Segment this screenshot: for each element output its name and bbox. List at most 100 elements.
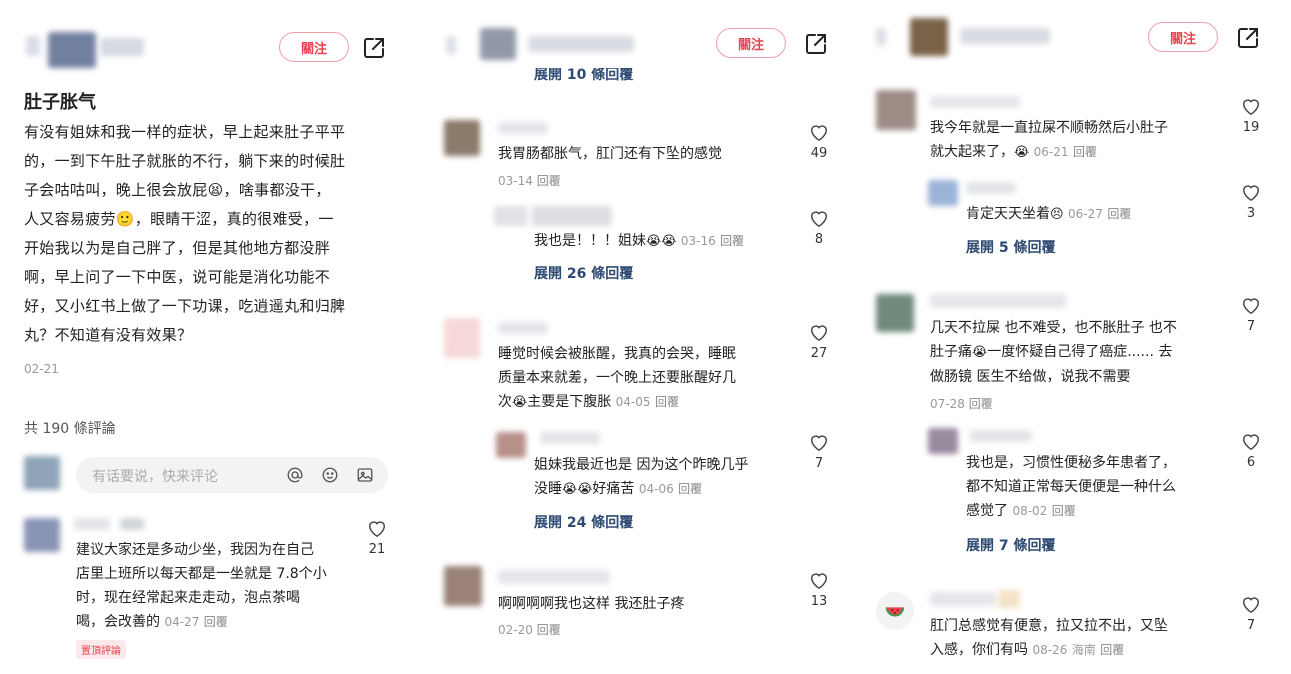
reply-avatar[interactable] [494,206,528,226]
author-avatar[interactable] [910,18,948,56]
follow-button[interactable]: 關注 [716,28,786,58]
author-avatar[interactable] [48,32,96,68]
commenter-name[interactable] [120,518,144,530]
comment-placeholder: 有话要说，快来评论 [92,469,218,485]
comment-input[interactable]: 有话要说，快来评论 [76,457,388,493]
share-icon[interactable] [804,32,828,56]
like-count: 6 [1246,455,1256,470]
comment-text: 我今年就是一直拉屎不顺畅然后小肚子 就大起来了，😭 06-21 回覆 [930,116,1230,165]
author-avatar[interactable] [480,28,516,60]
reply-name[interactable] [532,206,612,226]
expand-replies-link[interactable]: 展開 7 條回覆 [966,535,1056,555]
reply-button[interactable]: 回覆 [1073,145,1097,159]
reply-text: 我也是，习惯性便秘多年患者了， 都不知道正常每天便便是一种什么 感觉了 08-0… [966,455,1176,519]
reply-button[interactable]: 回覆 [678,482,702,496]
commenter-name[interactable] [498,122,548,134]
share-icon[interactable] [1236,26,1260,50]
expand-replies-link[interactable]: 展開 26 條回覆 [534,263,633,283]
my-avatar [24,456,60,490]
like-heart-icon[interactable] [808,432,830,452]
like-count: 21 [368,542,386,557]
reply-button[interactable]: 回覆 [969,397,993,411]
author-name[interactable] [528,36,634,52]
expand-replies-link[interactable]: 展開 24 條回覆 [534,512,633,532]
like-heart-icon[interactable] [808,570,830,590]
author-avatar[interactable] [446,36,456,54]
share-icon[interactable] [362,36,386,60]
expand-replies-link[interactable]: 展開 5 條回覆 [966,237,1056,257]
post-date: 02-21 [24,362,59,376]
follow-button[interactable]: 關注 [279,32,349,62]
mention-icon[interactable] [286,466,304,484]
reply-button[interactable]: 回覆 [720,234,744,248]
reply-text: 姐妹我最近也是 因为这个昨晚几乎 没睡😭😭好痛苦 04-06 回覆 [534,453,804,502]
like-heart-icon[interactable] [808,322,830,342]
commenter-avatar[interactable] [876,90,916,130]
like-heart-icon[interactable] [1240,594,1262,614]
commenter-name[interactable] [74,518,110,530]
reply-name[interactable] [540,432,600,444]
commenter-name[interactable] [498,570,610,584]
reply-text: 肯定天天坐着😣 06-27 回覆 [966,202,1131,227]
like-count: 7 [1246,618,1256,633]
reply-avatar[interactable] [496,432,526,458]
reply-button[interactable]: 回覆 [1107,207,1131,221]
like-heart-icon[interactable] [1240,182,1262,202]
like-count: 3 [1246,206,1256,221]
comment-count: 共 190 條評論 [24,421,116,437]
comment-meta: 07-28 回覆 [930,397,993,411]
reply-button[interactable]: 回覆 [1052,504,1076,518]
reply-button[interactable]: 回覆 [537,623,561,637]
comment-text: 我胃肠都胀气，肛门还有下坠的感觉 [498,146,722,162]
commenter-avatar[interactable] [444,566,482,606]
reply-name[interactable] [970,430,1032,442]
watermelon-icon [885,607,905,617]
like-heart-icon[interactable] [1240,431,1262,451]
crying-emoji-icon: 😭😭 [562,482,593,497]
commenter-name[interactable] [998,590,1020,608]
like-heart-icon[interactable] [808,208,830,228]
commenter-avatar[interactable] [876,592,914,630]
expand-replies-link[interactable]: 展開 10 條回覆 [534,68,633,84]
like-count: 7 [1246,319,1256,334]
commenter-avatar[interactable] [444,120,480,156]
reply-button[interactable]: 回覆 [655,395,679,409]
like-count: 19 [1242,120,1260,135]
comment-meta: 02-20 回覆 [498,623,561,637]
like-heart-icon[interactable] [1240,96,1262,116]
author-name[interactable] [100,38,144,56]
commenter-name[interactable] [930,592,996,606]
commenter-name[interactable] [930,294,1066,308]
comment-text: 啊啊啊啊我也这样 我还肚子疼 [498,596,685,612]
commenter-avatar[interactable] [444,318,480,358]
reply-avatar[interactable] [928,428,958,454]
like-count: 13 [810,594,828,609]
commenter-avatar[interactable] [24,518,60,552]
author-name[interactable] [960,28,1050,44]
author-avatar[interactable] [876,28,886,46]
follow-button[interactable]: 關注 [1148,22,1218,52]
image-icon[interactable] [356,466,374,484]
crying-emoji-icon: 😭 [1014,145,1030,160]
like-count: 7 [814,456,824,471]
post-body: 有没有姐妹和我一样的症状，早上起来肚子平平 的，一到下午肚子就胀的不行，躺下来的… [24,123,346,344]
reply-name[interactable] [966,182,1016,194]
sad-emoji-icon: 😣 [1050,207,1064,222]
crying-emoji-icon: 😭 [972,345,988,360]
reply-button[interactable]: 回覆 [537,174,561,188]
reply-button[interactable]: 回覆 [1100,643,1124,657]
commenter-name[interactable] [498,322,548,334]
like-heart-icon[interactable] [1240,295,1262,315]
author-avatar[interactable] [26,36,40,56]
like-count: 27 [810,346,828,361]
reply-button[interactable]: 回覆 [204,615,228,629]
commenter-name[interactable] [930,96,1020,108]
like-heart-icon[interactable] [808,122,830,142]
post-title: 肚子胀气 [24,92,96,113]
reply-avatar[interactable] [928,180,958,206]
commenter-avatar[interactable] [876,294,914,332]
comment-text: 建议大家还是多动少坐，我因为在自己 店里上班所以每天都是一坐就是 7.8个小 时… [76,542,327,630]
like-heart-icon[interactable] [366,518,388,538]
like-count: 8 [814,232,824,247]
emoji-icon[interactable] [321,466,339,484]
